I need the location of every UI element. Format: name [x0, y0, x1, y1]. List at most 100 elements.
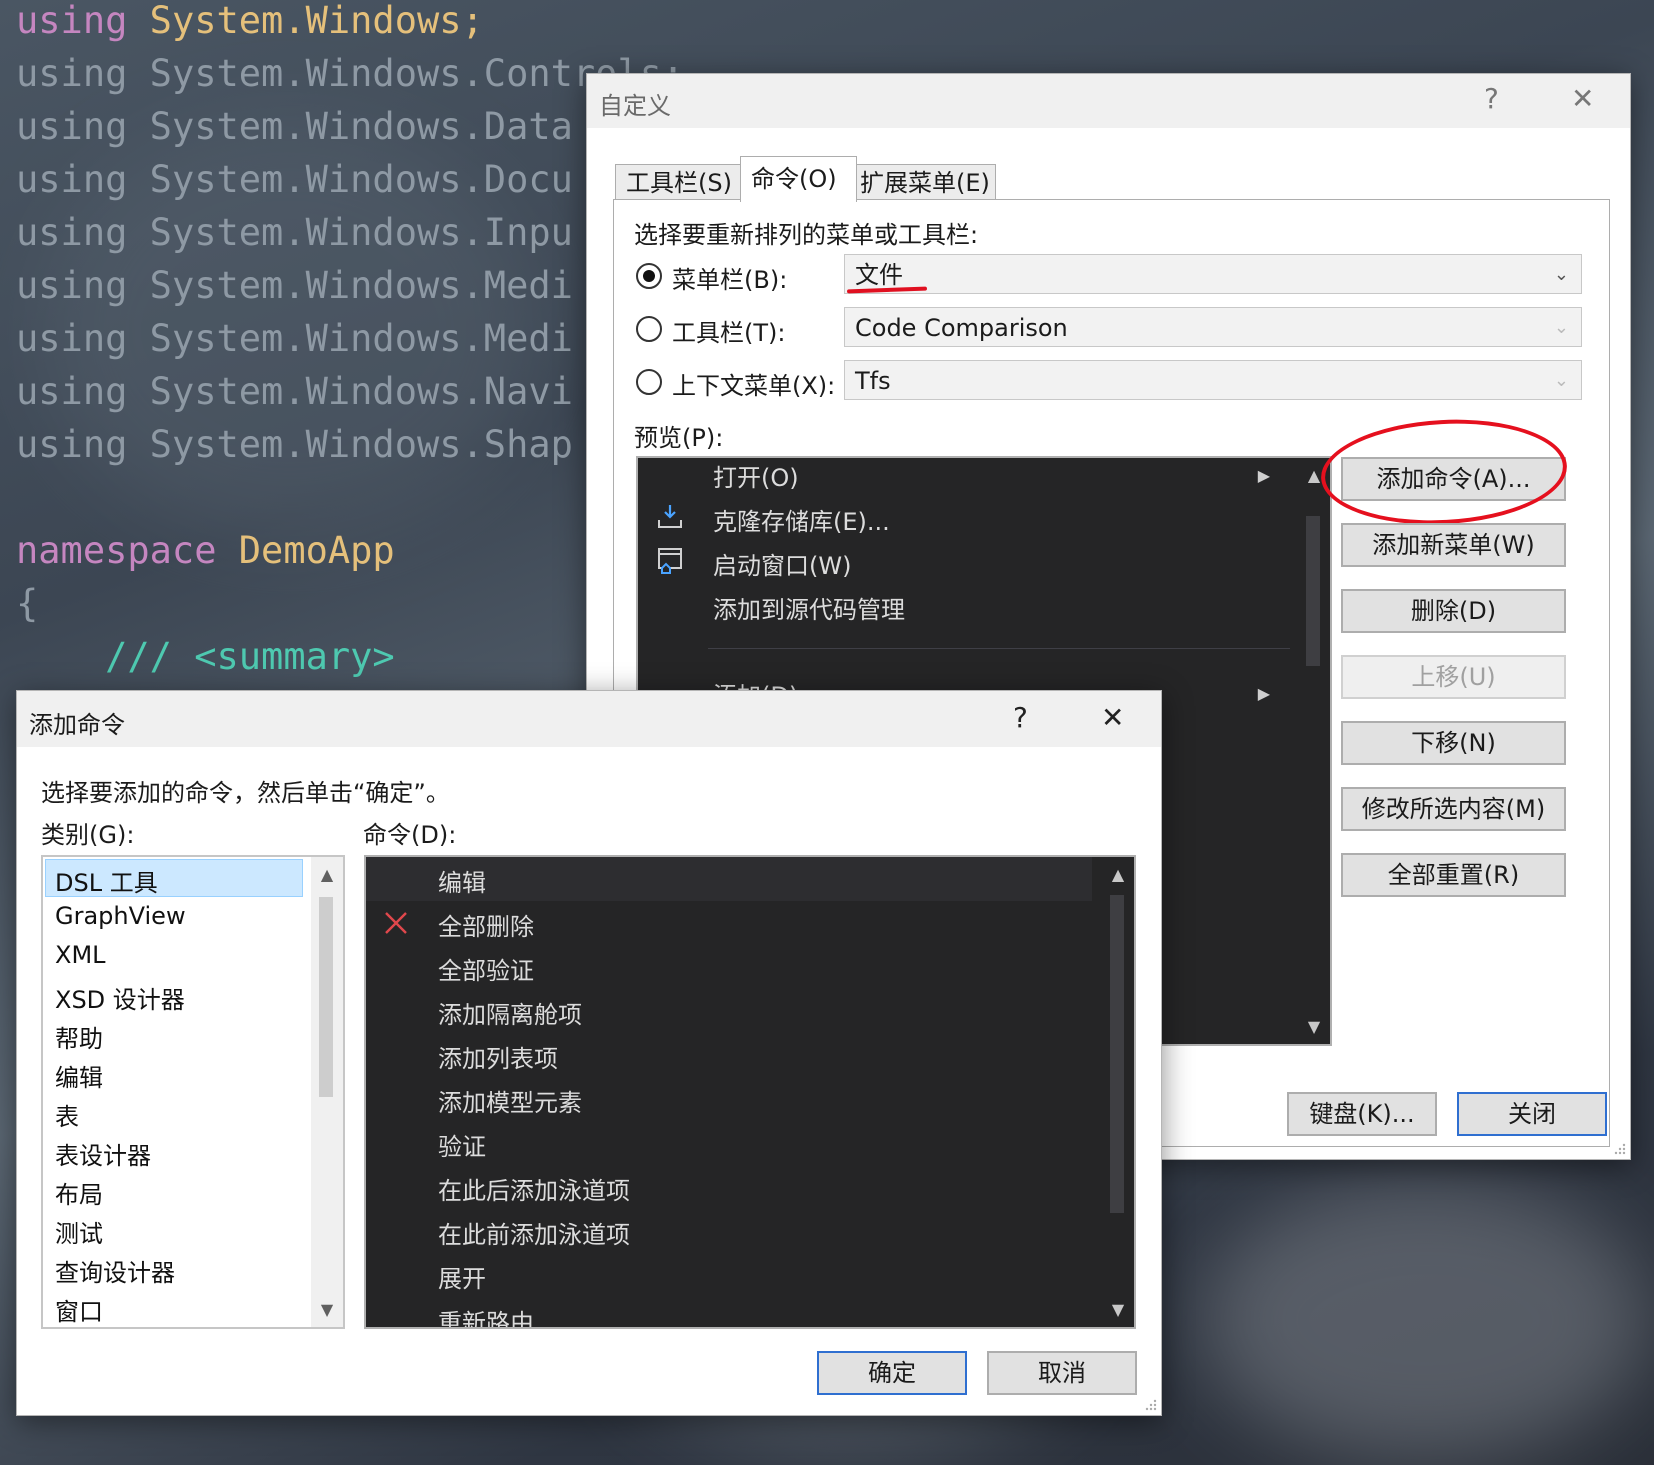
code-line: /// <summary>	[105, 635, 395, 678]
command-list[interactable]: 编辑 全部删除 全部验证 添加隔离舱项 添加列表项 添加模型元素 验证 在此后添…	[364, 855, 1136, 1329]
reset-all-button[interactable]: 全部重置(R)	[1341, 853, 1566, 897]
preview-item-open[interactable]: 打开(O)	[713, 458, 799, 493]
category-item[interactable]: 测试	[55, 1214, 103, 1249]
code-line: using System.Windows.Inpu	[16, 211, 573, 254]
category-item[interactable]: 查询设计器	[55, 1253, 175, 1288]
scroll-up-icon[interactable]: ▲	[311, 865, 343, 884]
move-up-button[interactable]: 上移(U)	[1341, 655, 1566, 699]
code-line: using System.Windows.Docu	[16, 158, 573, 201]
menu-separator	[708, 648, 1290, 649]
add-command-dialog: 添加命令 ? ✕ 选择要添加的命令，然后单击“确定”。 类别(G): 命令(D)…	[16, 690, 1162, 1416]
close-icon[interactable]: ✕	[1571, 82, 1594, 115]
command-item[interactable]: 全部验证	[438, 951, 534, 986]
category-item[interactable]: XSD 设计器	[55, 980, 185, 1015]
close-button[interactable]: 关闭	[1457, 1092, 1607, 1136]
category-list[interactable]: DSL 工具 GraphView XML XSD 设计器 帮助 编辑 表 表设计…	[41, 855, 345, 1329]
preview-item-add-source-control[interactable]: 添加到源代码管理	[713, 590, 905, 625]
clone-icon	[658, 505, 682, 528]
command-item[interactable]: 在此后添加泳道项	[438, 1171, 630, 1206]
resize-grip-icon[interactable]	[1143, 1397, 1157, 1411]
code-line: using System.Windows;	[16, 0, 484, 42]
command-item[interactable]: 添加列表项	[438, 1039, 558, 1074]
scroll-up-icon[interactable]: ▲	[1102, 865, 1134, 884]
command-item[interactable]: 验证	[438, 1127, 486, 1162]
preview-label: 预览(P):	[634, 424, 724, 452]
category-item[interactable]: XML	[55, 941, 106, 969]
command-item[interactable]: 全部删除	[438, 907, 534, 942]
cancel-button[interactable]: 取消	[987, 1351, 1137, 1395]
toolbar-label: 工具栏(T):	[672, 319, 786, 347]
submenu-arrow-icon: ▶	[1257, 466, 1270, 485]
command-item[interactable]: 编辑	[438, 863, 486, 898]
help-button[interactable]: ?	[1013, 701, 1028, 734]
category-item[interactable]: 表	[55, 1097, 79, 1132]
command-label: 命令(D):	[363, 821, 457, 849]
chevron-down-icon: ⌄	[1553, 317, 1569, 338]
context-menu-radio[interactable]	[636, 369, 662, 395]
category-item[interactable]: 帮助	[55, 1019, 103, 1054]
modify-selection-button[interactable]: 修改所选内容(M)	[1341, 787, 1566, 831]
tab-toolbars[interactable]: 工具栏(S)	[615, 164, 748, 201]
chevron-down-icon: ⌄	[1553, 370, 1569, 391]
red-circle-annotation	[1318, 413, 1570, 531]
background-glow	[1200, 1180, 1650, 1460]
menubar-select[interactable]: 文件 ⌄	[844, 254, 1582, 294]
code-line: using System.Windows.Shap	[16, 423, 573, 466]
category-item[interactable]: DSL 工具	[55, 863, 158, 898]
category-item[interactable]: GraphView	[55, 902, 186, 930]
close-icon[interactable]: ✕	[1101, 701, 1124, 734]
context-menu-select[interactable]: Tfs ⌄	[844, 360, 1582, 400]
code-editor-background: using System.Windows; using System.Window…	[16, 0, 684, 683]
tab-commands[interactable]: 命令(O)	[740, 156, 857, 202]
code-line: using System.Windows.Navi	[16, 370, 573, 413]
customize-title: 自定义	[599, 92, 671, 120]
context-menu-value: Tfs	[855, 367, 891, 395]
help-button[interactable]: ?	[1484, 82, 1499, 115]
scroll-down-icon[interactable]: ▼	[311, 1300, 343, 1319]
add-new-menu-button[interactable]: 添加新菜单(W)	[1341, 523, 1566, 567]
ok-button[interactable]: 确定	[817, 1351, 967, 1395]
command-item[interactable]: 添加模型元素	[438, 1083, 582, 1118]
menubar-label: 菜单栏(B):	[672, 266, 788, 294]
preview-item-clone[interactable]: 克隆存储库(E)...	[713, 502, 890, 537]
resize-grip-icon[interactable]	[1612, 1141, 1626, 1155]
customize-titlebar: 自定义 ? ✕	[587, 74, 1630, 128]
category-item[interactable]: 窗口	[55, 1292, 103, 1327]
menubar-radio[interactable]	[636, 263, 662, 289]
keyboard-button[interactable]: 键盘(K)...	[1287, 1092, 1437, 1136]
scroll-down-icon[interactable]: ▼	[1298, 1017, 1330, 1036]
command-item[interactable]: 重新路由	[438, 1303, 534, 1327]
command-item[interactable]: 在此前添加泳道项	[438, 1215, 630, 1250]
command-scrollbar[interactable]: ▲ ▼	[1102, 857, 1134, 1327]
start-window-icon	[658, 548, 682, 574]
menubar-value: 文件	[855, 261, 903, 289]
category-label: 类别(G):	[41, 821, 135, 849]
command-item[interactable]: 添加隔离舱项	[438, 995, 582, 1030]
category-scrollbar[interactable]: ▲ ▼	[311, 857, 343, 1327]
toolbar-radio[interactable]	[636, 316, 662, 342]
add-command-titlebar: 添加命令 ? ✕	[17, 691, 1161, 747]
scroll-down-icon[interactable]: ▼	[1102, 1300, 1134, 1319]
scroll-thumb[interactable]	[319, 897, 333, 1097]
chevron-down-icon: ⌄	[1553, 264, 1569, 285]
add-command-title: 添加命令	[29, 711, 125, 739]
move-down-button[interactable]: 下移(N)	[1341, 721, 1566, 765]
code-line: namespace DemoApp	[16, 529, 395, 572]
code-line: using System.Windows.Data	[16, 105, 573, 148]
delete-button[interactable]: 删除(D)	[1341, 589, 1566, 633]
rearrange-prompt: 选择要重新排列的菜单或工具栏:	[634, 221, 979, 249]
preview-scrollbar[interactable]: ▲ ▼	[1298, 458, 1330, 1044]
preview-item-start-window[interactable]: 启动窗口(W)	[713, 546, 851, 581]
tab-extension-menus[interactable]: 扩展菜单(E)	[849, 164, 996, 201]
code-line: {	[16, 582, 39, 625]
category-item[interactable]: 表设计器	[55, 1136, 151, 1171]
command-item[interactable]: 展开	[438, 1259, 486, 1294]
scroll-thumb[interactable]	[1306, 516, 1320, 666]
code-line: using System.Windows.Controls;	[16, 52, 685, 95]
toolbar-select[interactable]: Code Comparison ⌄	[844, 307, 1582, 347]
context-menu-label: 上下文菜单(X):	[672, 372, 836, 400]
category-item[interactable]: 布局	[55, 1175, 103, 1210]
category-item[interactable]: 编辑	[55, 1058, 103, 1093]
scroll-thumb[interactable]	[1110, 895, 1124, 1213]
submenu-arrow-icon: ▶	[1257, 684, 1270, 703]
